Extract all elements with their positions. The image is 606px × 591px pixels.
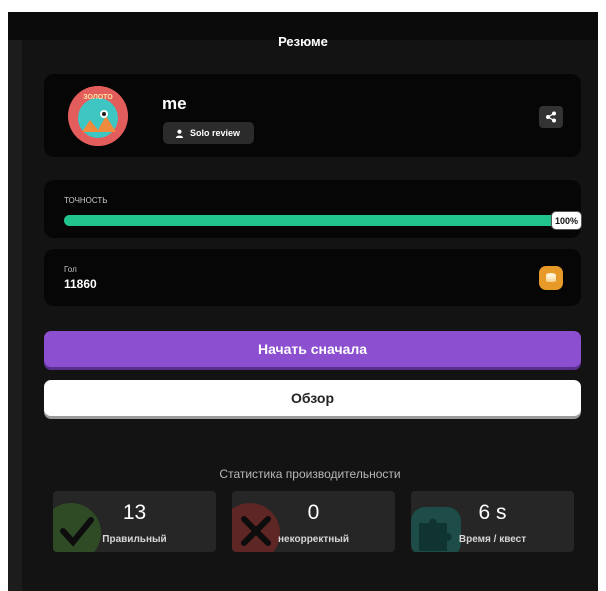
profile-card: ЗОЛОТО me Solo review xyxy=(44,74,581,157)
stat-incorrect-value: 0 xyxy=(307,501,320,524)
mode-badge: Solo review xyxy=(163,122,255,144)
accuracy-progress-bar: 100% xyxy=(64,211,582,230)
points-card: Гол 11860 xyxy=(44,249,581,306)
share-button[interactable] xyxy=(539,106,563,128)
stat-correct-value: 13 xyxy=(122,501,147,524)
stat-time-label: Время / квест xyxy=(458,534,527,545)
accuracy-label: ТОЧНОСТЬ xyxy=(64,196,108,205)
stat-incorrect-label: некорректный xyxy=(278,534,349,545)
accuracy-percent: 100% xyxy=(550,211,582,230)
stat-time: 6 s Время / квест xyxy=(411,491,574,552)
points-value: 11860 xyxy=(64,277,97,291)
review-button[interactable]: Обзор xyxy=(44,380,581,416)
stat-correct-label: Правильный xyxy=(102,534,167,545)
side-rail xyxy=(8,40,22,591)
username: me xyxy=(162,94,187,113)
points-label: Гол xyxy=(64,265,77,274)
accuracy-card: ТОЧНОСТЬ 100% xyxy=(44,180,582,238)
restart-button[interactable]: Начать сначала xyxy=(44,331,581,367)
share-icon xyxy=(546,111,556,123)
coins-icon xyxy=(546,273,556,282)
person-icon xyxy=(175,129,184,138)
accuracy-progress-fill xyxy=(64,215,562,226)
avatar: ЗОЛОТО xyxy=(68,86,128,146)
stats-heading: Статистика производительности xyxy=(219,467,401,481)
avatar-text: ЗОЛОТО xyxy=(83,94,113,101)
stat-time-value: 6 s xyxy=(478,501,507,524)
stat-incorrect: 0 некорректный xyxy=(232,491,395,552)
page-title: Резюме xyxy=(278,34,328,49)
avatar-illustration-icon: ЗОЛОТО xyxy=(68,86,128,146)
mode-badge-label: Solo review xyxy=(190,128,241,138)
coins-button[interactable] xyxy=(539,266,563,290)
stat-correct: 13 Правильный xyxy=(53,491,216,552)
